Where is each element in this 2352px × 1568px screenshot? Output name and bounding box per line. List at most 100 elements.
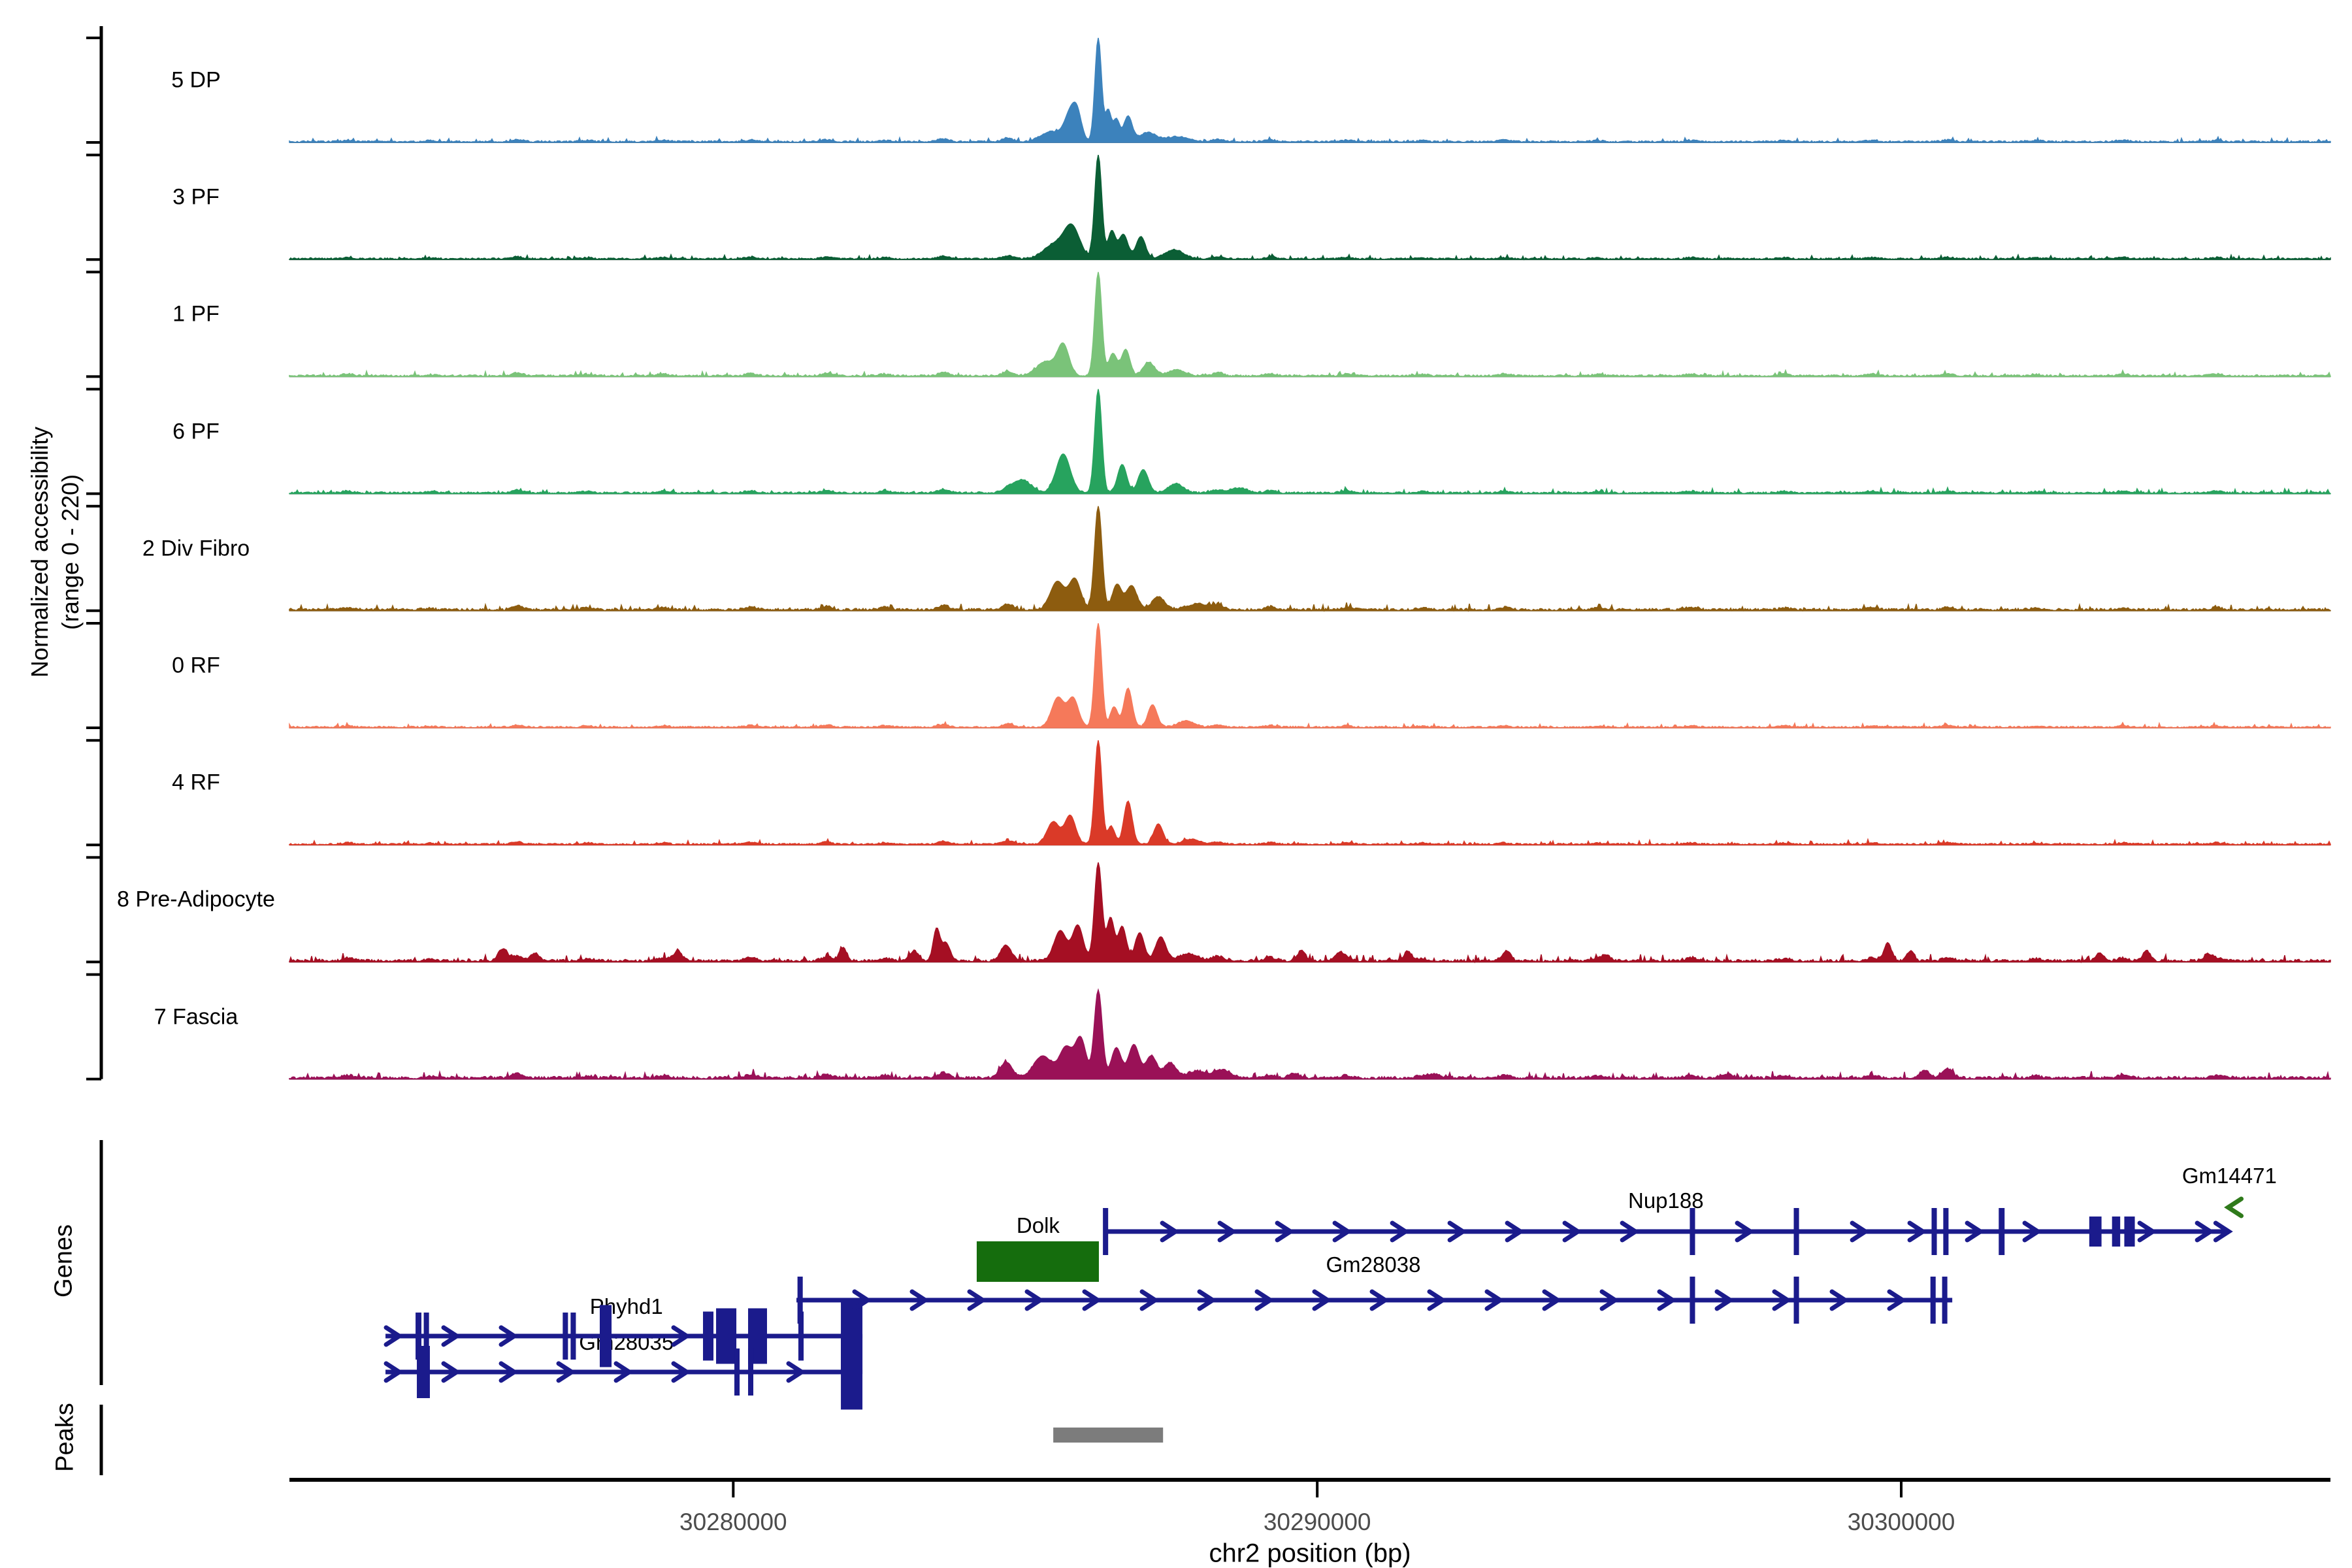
strand-arrow-nup188: [2197, 1223, 2210, 1240]
strand-arrow-phyhd1: [501, 1328, 514, 1345]
track-label-4rf: 4 RF: [172, 770, 220, 796]
strand-arrow-gm28035: [789, 1364, 802, 1380]
exon-phyhd1-0: [416, 1313, 421, 1360]
strand-arrow-gm28038: [1544, 1292, 1558, 1309]
strand-arrow-gm28038: [1372, 1292, 1385, 1309]
exon-gm28035-0: [417, 1346, 430, 1398]
strand-arrow-gm28038: [970, 1292, 983, 1309]
y-axis-label-line2: (range 0 - 220): [56, 427, 86, 678]
coverage-area-0-RF: [289, 623, 2330, 728]
strand-arrow-gm28035: [386, 1364, 399, 1380]
exon-nup188-6: [2089, 1217, 2102, 1247]
exon-phyhd1-5: [703, 1312, 713, 1361]
strand-arrow-nup188: [1162, 1223, 1175, 1240]
exon-nup188-3: [1932, 1208, 1937, 1255]
strand-arrow-gm28038: [1257, 1292, 1270, 1309]
exon-gm28038-4: [1942, 1277, 1948, 1324]
gene-label-phyhd1: Phyhd1: [590, 1294, 663, 1319]
strand-arrow-gm28035: [616, 1364, 629, 1380]
gene-label-gm14471: Gm14471: [2182, 1164, 2277, 1188]
track-label-7fascia: 7 Fascia: [154, 1004, 238, 1030]
peak-region-bar-0: [1053, 1428, 1163, 1443]
strand-arrow-gm28038: [1717, 1292, 1730, 1309]
strand-arrow-nup188: [1852, 1223, 1865, 1240]
exon-phyhd1-8: [798, 1312, 804, 1361]
coverage-area-2-Div-Fibro: [289, 506, 2330, 611]
exon-nup188-5: [1999, 1208, 2004, 1255]
strand-arrow-gm28038: [912, 1292, 925, 1309]
strand-arrow-nup188: [1910, 1223, 1923, 1240]
strand-arrow-gm28038: [1487, 1292, 1500, 1309]
track-label-8preadipocyte: 8 Pre-Adipocyte: [117, 887, 275, 913]
strand-arrow-phyhd1: [386, 1328, 399, 1345]
exon-nup188-1: [1690, 1208, 1695, 1255]
track-label-6pf: 6 PF: [172, 419, 220, 444]
strand-arrow-nup188: [1335, 1223, 1348, 1240]
strand-arrow-nup188: [1277, 1223, 1290, 1240]
x-tick-label-30290000: 30290000: [1264, 1509, 1371, 1536]
strand-arrow-gm28035: [501, 1364, 514, 1380]
strand-arrow-phyhd1: [674, 1328, 687, 1345]
strand-arrow-nup188: [1622, 1223, 1635, 1240]
strand-arrow-gm28038: [1142, 1292, 1155, 1309]
x-tick-label-30300000: 30300000: [1848, 1509, 1955, 1536]
strand-arrow-gm28038: [1200, 1292, 1213, 1309]
coverage-area-3-PF: [289, 155, 2330, 259]
exon-gm28038-1: [1690, 1277, 1695, 1324]
strand-arrow-gm28038: [1889, 1292, 1903, 1309]
coverage-area-1-PF: [289, 272, 2330, 376]
strand-arrow-gm28038: [1429, 1292, 1443, 1309]
strand-arrow-nup188: [1507, 1223, 1520, 1240]
exon-nup188-0: [1103, 1208, 1108, 1255]
track-label-5dp: 5 DP: [171, 68, 221, 93]
exon-gm28035-1: [734, 1348, 740, 1396]
strand-arrow-nup188: [1565, 1223, 1578, 1240]
exon-nup188-8: [2124, 1217, 2134, 1247]
strand-arrow-gm28035: [674, 1364, 687, 1380]
y-axis-label-line1: Normalized accessibility: [25, 427, 56, 678]
strand-arrow-gm28038: [1027, 1292, 1040, 1309]
x-tick-label-30280000: 30280000: [679, 1509, 787, 1536]
strand-arrow-gm28038: [1832, 1292, 1845, 1309]
strand-arrow-gm28038: [855, 1292, 868, 1309]
exon-nup188-2: [1794, 1208, 1799, 1255]
strand-arrow-gm28038: [1315, 1292, 1328, 1309]
exon-phyhd1-2: [563, 1313, 568, 1360]
coverage-area-7-Fascia: [289, 990, 2330, 1079]
strand-arrow-gm28035: [444, 1364, 457, 1380]
peaks-section-label: Peaks: [52, 1403, 80, 1472]
exon-phyhd1-6: [716, 1309, 736, 1364]
plot-canvas: [0, 0, 2352, 1568]
gene-label-dolk: Dolk: [1017, 1213, 1060, 1238]
strand-arrow-nup188: [2025, 1223, 2038, 1240]
exon-gm28035-2: [748, 1348, 753, 1396]
exon-phyhd1-3: [570, 1313, 576, 1360]
exon-gm28038-0: [798, 1277, 803, 1324]
strand-arrow-gm28035: [559, 1364, 572, 1380]
y-axis-label: Normalized accessibility (range 0 - 220): [25, 427, 86, 678]
coverage-area-5-DP: [289, 38, 2330, 142]
x-axis-title: chr2 position (bp): [1209, 1539, 1411, 1568]
strand-arrow-nup188: [1220, 1223, 1233, 1240]
dolk-gene-box: [977, 1241, 1099, 1282]
coverage-area-4-RF: [289, 740, 2330, 845]
exon-phyhd1-9: [841, 1299, 862, 1374]
strand-arrow-nup188: [1967, 1223, 1980, 1240]
strand-arrow-gm28038: [1774, 1292, 1788, 1309]
gene-label-nup188: Nup188: [1628, 1188, 1704, 1213]
gene-label-gm28035: Gm28035: [579, 1330, 674, 1355]
strand-arrow-gm28038: [1659, 1292, 1673, 1309]
exon-gm28038-3: [1931, 1277, 1936, 1324]
track-label-0rf: 0 RF: [172, 653, 220, 679]
strand-arrow-nup188: [1392, 1223, 1405, 1240]
gene-label-gm28038: Gm28038: [1326, 1252, 1421, 1277]
strand-arrow-nup188: [1450, 1223, 1463, 1240]
exon-phyhd1-7: [748, 1309, 767, 1364]
coverage-area-8-Pre-Adipocyte: [289, 862, 2330, 962]
strand-arrow-nup188: [1737, 1223, 1750, 1240]
exon-gm28038-2: [1794, 1277, 1799, 1324]
exon-phyhd1-1: [424, 1313, 429, 1360]
strand-arrow-nup188: [2215, 1223, 2229, 1240]
genome-browser-figure: Normalized accessibility (range 0 - 220)…: [0, 0, 2352, 1568]
strand-arrow-gm28038: [1085, 1292, 1098, 1309]
